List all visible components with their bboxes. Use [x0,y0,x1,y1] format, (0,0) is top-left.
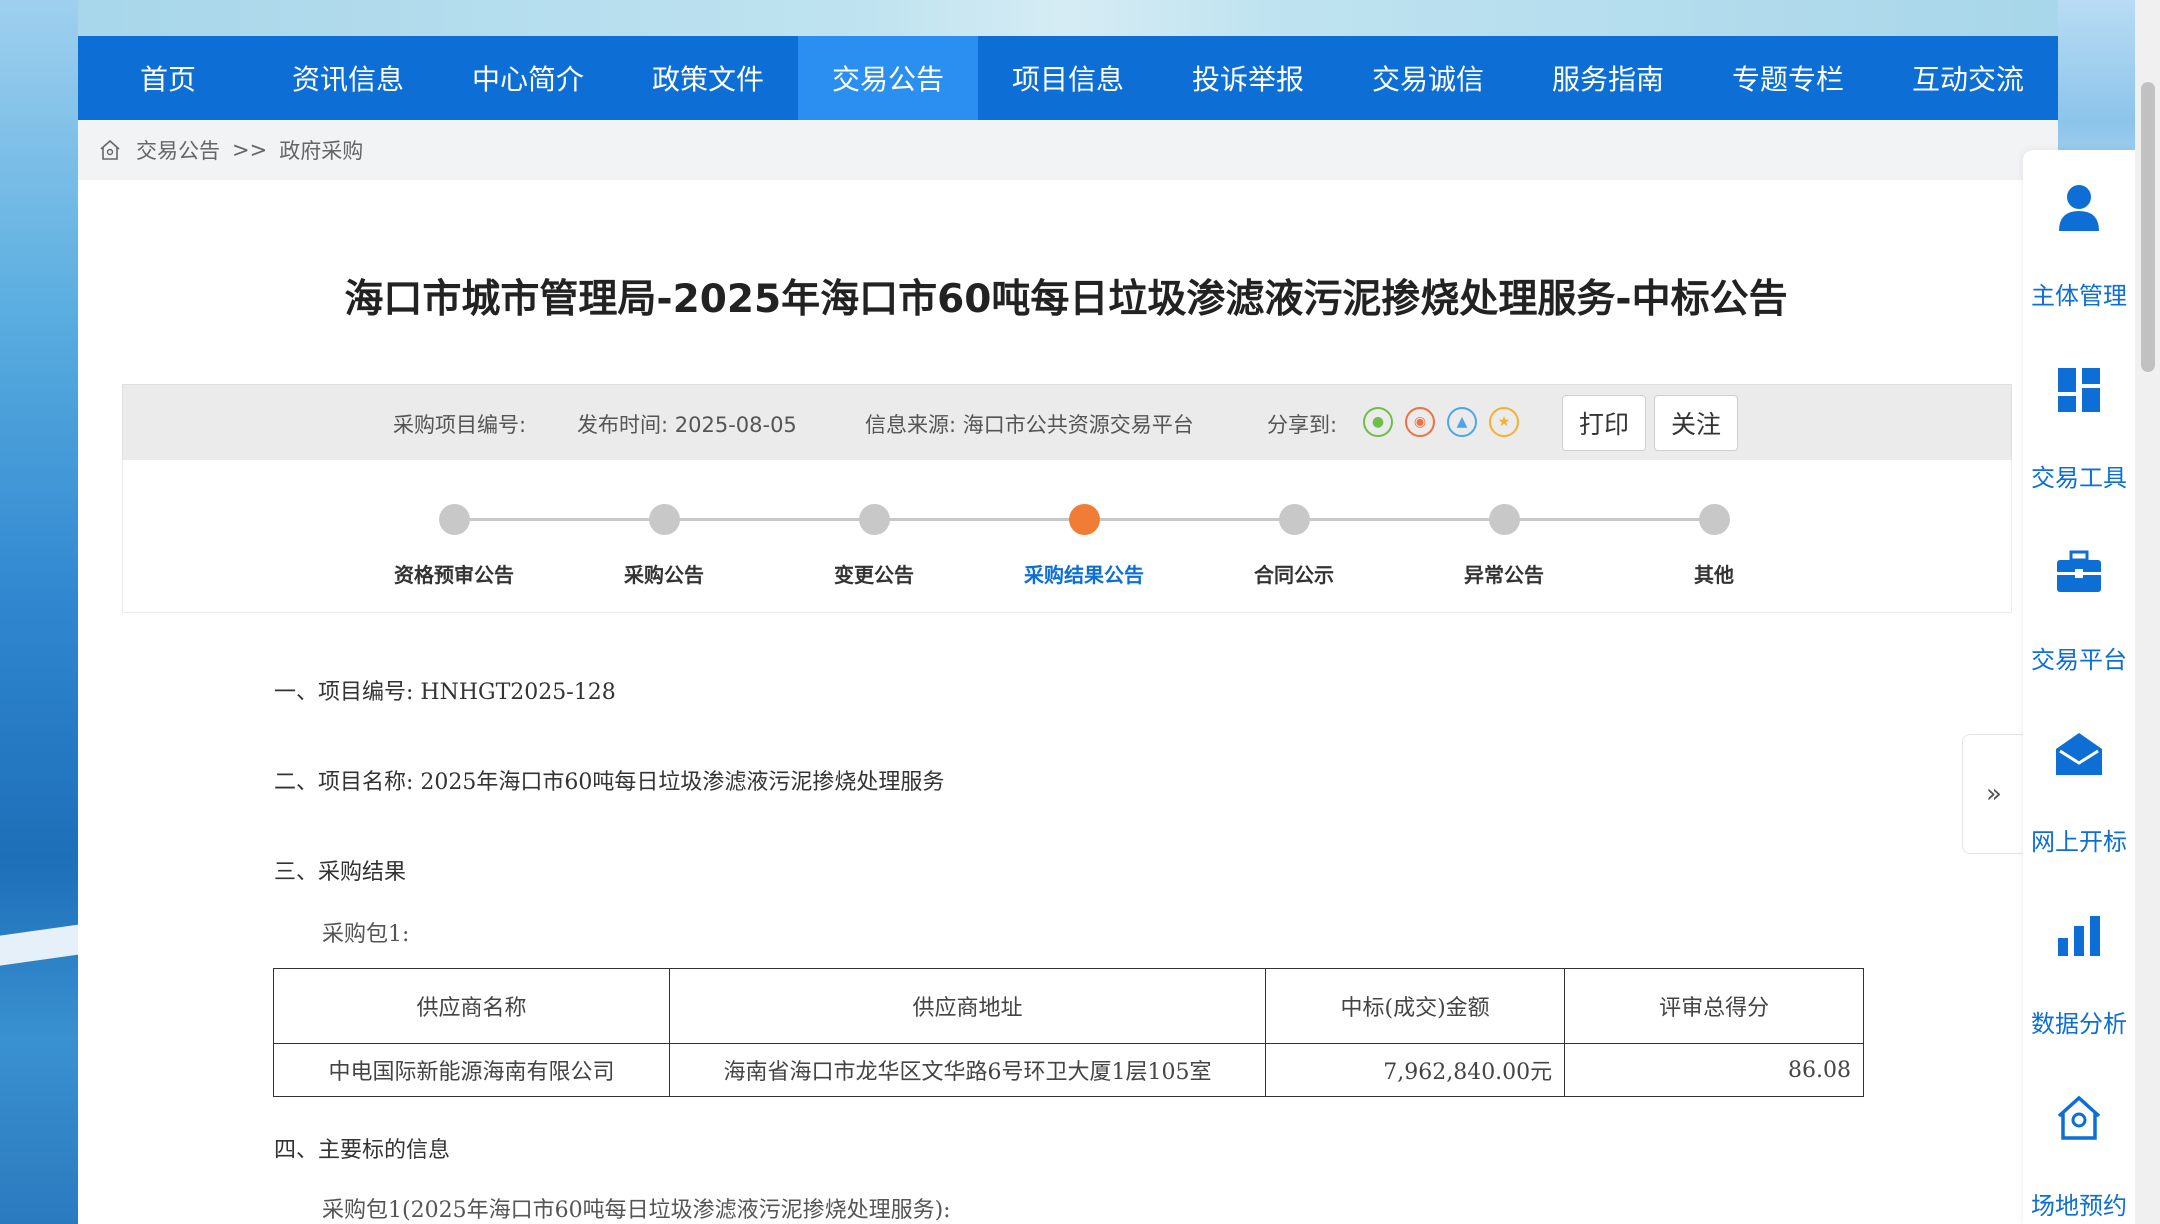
table-header-row: 供应商名称 供应商地址 中标(成交)金额 评审总得分 [273,968,1864,1044]
nav-item-policy[interactable]: 政策文件 [618,36,798,120]
breadcrumb-home-link[interactable]: 交易公告 [136,135,220,165]
background-bridge [0,924,80,966]
print-button[interactable]: 打印 [1562,395,1647,451]
bar-chart-icon [2049,906,2109,966]
side-item-venue-booking[interactable]: 场地预约 [2023,1088,2135,1221]
package1-detail: 采购包1(2025年海口市60吨每日垃圾渗滤液污泥掺烧处理服务): [322,1198,951,1223]
project-number-line: 一、项目编号: HNHGT2025-128 [274,680,616,705]
main-nav: 首页 资讯信息 中心简介 政策文件 交易公告 项目信息 投诉举报 交易诚信 服务… [78,36,2058,120]
table-header-cell: 供应商名称 [273,968,670,1044]
side-item-label: 场地预约 [2031,1192,2127,1220]
breadcrumb: 交易公告 >> 政府采购 [78,120,2058,180]
bid-amount-cell: 7,962,840.00元 [1264,1043,1566,1097]
table-header-cell: 供应商地址 [668,968,1266,1044]
user-icon [2049,178,2109,238]
breadcrumb-separator: >> [232,138,268,162]
side-item-entity-management[interactable]: 主体管理 [2023,178,2135,311]
nav-item-complaints[interactable]: 投诉举报 [1158,36,1338,120]
breadcrumb-current[interactable]: 政府采购 [279,135,363,165]
table-header-cell: 中标(成交)金额 [1264,968,1566,1044]
score-cell: 86.08 [1564,1043,1864,1097]
table-header-cell: 评审总得分 [1564,968,1864,1044]
side-item-label: 主体管理 [2031,282,2127,310]
side-item-label: 网上开标 [2031,828,2127,856]
side-item-data-analysis[interactable]: 数据分析 [2023,906,2135,1039]
background-left [0,0,80,1224]
mail-open-icon [2049,724,2109,784]
home-icon[interactable] [98,137,124,163]
follow-button[interactable]: 关注 [1654,395,1739,451]
supplier-address-cell: 海南省海口市龙华区文华路6号环卫大厦1层105室 [668,1043,1266,1097]
step-change[interactable]: 变更公告 [774,504,974,588]
nav-item-topics[interactable]: 专题专栏 [1698,36,1878,120]
side-item-trading-platform[interactable]: 交易平台 [2023,542,2135,675]
nav-item-guide[interactable]: 服务指南 [1518,36,1698,120]
nav-item-news[interactable]: 资讯信息 [258,36,438,120]
top-banner [78,0,2058,36]
side-item-online-bid-opening[interactable]: 网上开标 [2023,724,2135,857]
announcement-steps: 资格预审公告 采购公告 变更公告 采购结果公告 合同公示 异常公告 其他 [122,460,2012,613]
main-subject-heading: 四、主要标的信息 [274,1138,451,1163]
table-row: 中电国际新能源海南有限公司 海南省海口市龙华区文华路6号环卫大厦1层105室 7… [273,1043,1864,1097]
nav-item-home[interactable]: 首页 [78,36,258,120]
procurement-result-heading: 三、采购结果 [274,860,407,885]
nav-item-announcements[interactable]: 交易公告 [798,36,978,120]
project-no-label: 采购项目编号: [393,413,527,437]
info-bar: 采购项目编号: 发布时间: 2025-08-05 信息来源: 海口市公共资源交易… [122,384,2012,462]
page-scrollbar[interactable] [2135,0,2160,1224]
step-contract[interactable]: 合同公示 [1194,504,1394,588]
step-procurement[interactable]: 采购公告 [564,504,764,588]
side-item-label: 数据分析 [2031,1010,2127,1038]
project-name-line: 二、项目名称: 2025年海口市60吨每日垃圾渗滤液污泥掺烧处理服务 [274,770,945,795]
scrollbar-thumb[interactable] [2141,82,2155,372]
double-chevron-right-icon[interactable]: » [1962,734,2026,854]
package1-label: 采购包1: [322,922,410,947]
publish-time: 发布时间: 2025-08-05 [577,413,797,437]
page-title: 海口市城市管理局-2025年海口市60吨每日垃圾渗滤液污泥掺烧处理服务-中标公告 [344,277,1788,322]
qzone-icon[interactable]: ★ [1489,407,1519,437]
wechat-icon[interactable]: ● [1363,407,1393,437]
qq-icon[interactable]: ▲ [1447,407,1477,437]
supplier-name-cell: 中电国际新能源海南有限公司 [273,1043,670,1097]
tools-grid-icon [2049,360,2109,420]
side-item-label: 交易平台 [2031,646,2127,674]
side-item-label: 交易工具 [2031,464,2127,492]
briefcase-icon [2049,542,2109,602]
step-exception[interactable]: 异常公告 [1404,504,1604,588]
side-panel: 主体管理 交易工具 交易平台 网上开标 数据分析 场地预约 [2023,150,2135,1224]
nav-item-credit[interactable]: 交易诚信 [1338,36,1518,120]
weibo-icon[interactable]: ◉ [1405,407,1435,437]
share-label: 分享到: [1267,413,1338,437]
main-content: 海口市城市管理局-2025年海口市60吨每日垃圾渗滤液污泥掺烧处理服务-中标公告… [78,180,2058,1224]
nav-item-projects[interactable]: 项目信息 [978,36,1158,120]
info-source: 信息来源: 海口市公共资源交易平台 [865,413,1194,437]
side-item-trading-tools[interactable]: 交易工具 [2023,360,2135,493]
home-location-icon [2049,1088,2109,1148]
step-prequalification[interactable]: 资格预审公告 [354,504,554,588]
nav-item-interaction[interactable]: 互动交流 [1878,36,2058,120]
step-result[interactable]: 采购结果公告 [984,504,1184,588]
step-other[interactable]: 其他 [1614,504,1814,588]
nav-item-about[interactable]: 中心简介 [438,36,618,120]
result-table: 供应商名称 供应商地址 中标(成交)金额 评审总得分 中电国际新能源海南有限公司… [273,968,1864,1097]
